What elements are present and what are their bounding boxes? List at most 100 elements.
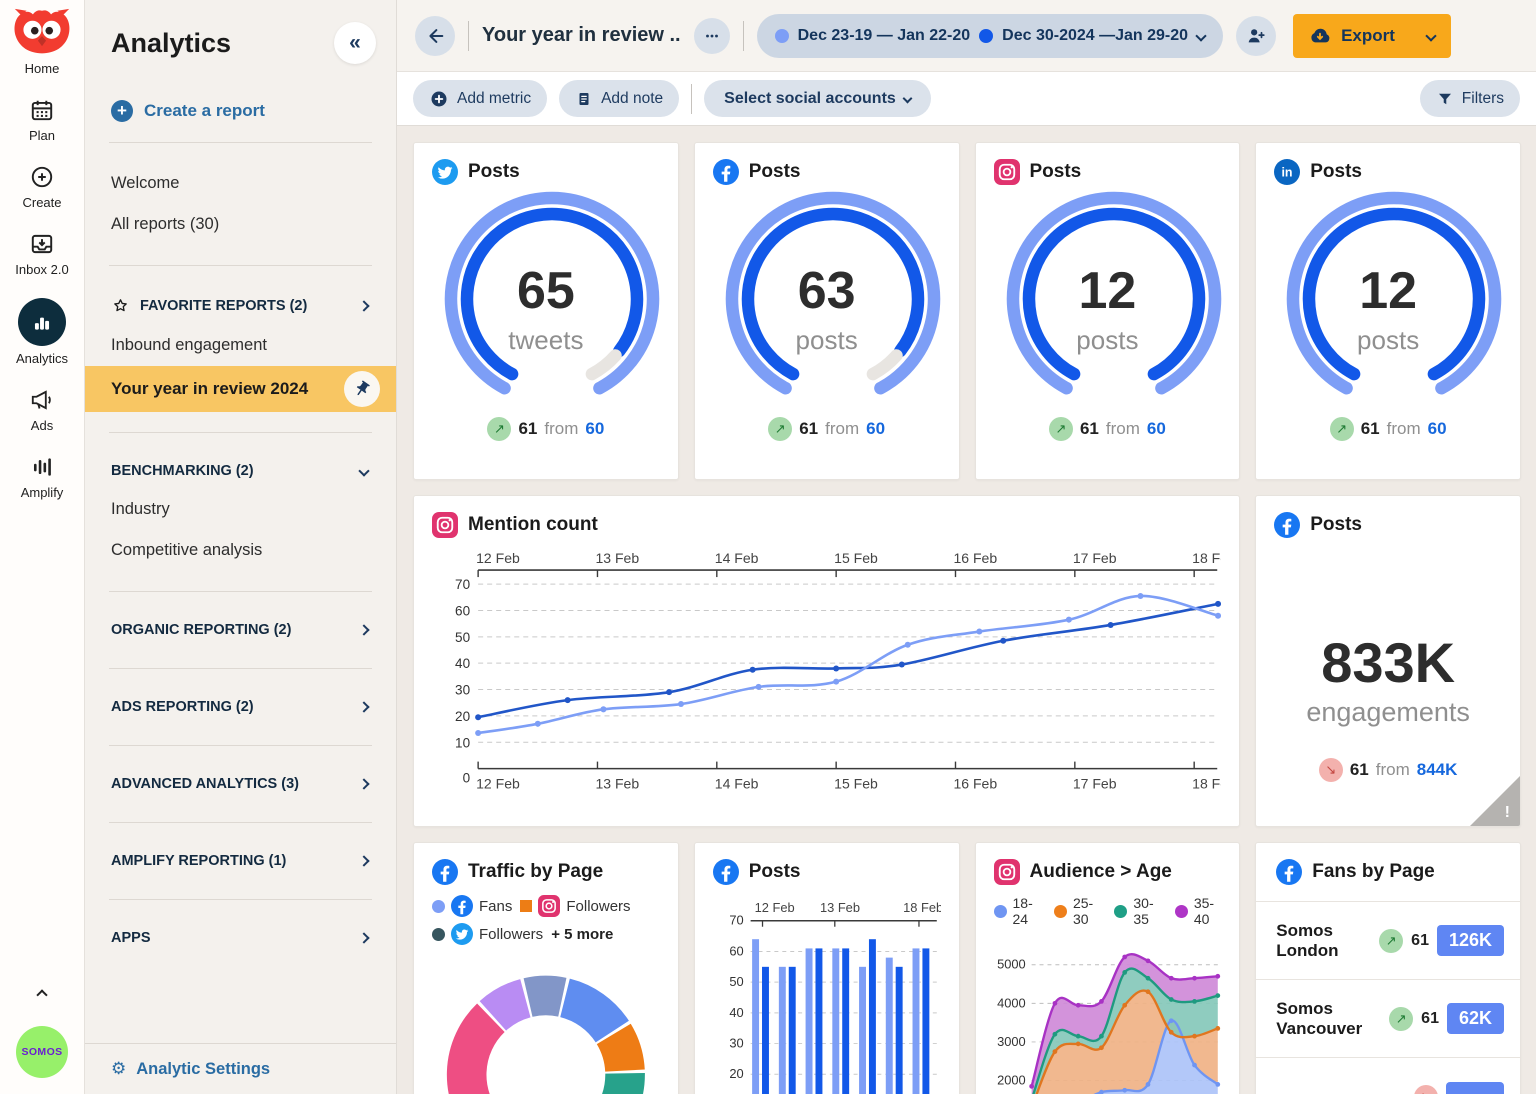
organic-reporting-header[interactable]: ORGANIC REPORTING (2): [85, 612, 396, 648]
fans-by-page-card[interactable]: Fans by Page Somos London ↗ 61 126K Somo…: [1255, 842, 1521, 1094]
from-value[interactable]: 60: [866, 419, 885, 439]
add-note-button[interactable]: Add note: [559, 80, 679, 117]
sidebar-item-year-in-review-active[interactable]: Your year in review 2024: [85, 366, 396, 412]
facebook-icon: [1276, 859, 1302, 885]
collapse-rail-chevron-up-icon[interactable]: [38, 986, 46, 1004]
add-metric-button[interactable]: Add metric: [413, 80, 547, 117]
legend-label: 30-35: [1133, 895, 1160, 927]
nav-home[interactable]: Home: [13, 8, 71, 76]
report-topbar: Your year in review .. Dec 23-19 — Jan 2…: [397, 0, 1536, 72]
delta-value: 61: [1411, 932, 1429, 950]
facebook-posts-gauge-card[interactable]: Posts 63 posts ↗ 61 from 60: [694, 142, 960, 480]
from-value[interactable]: 60: [585, 419, 604, 439]
sidebar-item-welcome[interactable]: Welcome: [85, 163, 396, 204]
advanced-analytics-label: ADVANCED ANALYTICS (3): [111, 776, 299, 792]
delta-value: 61: [518, 419, 537, 439]
sidebar-scroll[interactable]: Analytics « + Create a report Welcome Al…: [85, 0, 396, 1043]
instagram-posts-gauge-card[interactable]: Posts 12 posts ↗ 61 from 60: [975, 142, 1241, 480]
nav-amplify[interactable]: Amplify: [21, 454, 64, 500]
fans-row[interactable]: Somos Vancouver ↗ 61 62K: [1256, 979, 1520, 1057]
svg-text:17 Feb: 17 Feb: [1073, 776, 1117, 792]
export-label: Export: [1341, 26, 1395, 46]
analytic-settings-button[interactable]: ⚙ Analytic Settings: [85, 1043, 396, 1094]
chevron-right-icon: [358, 778, 369, 789]
audience-age-card[interactable]: Audience > Age 18-24 25-30 30-35 35-40 2…: [975, 842, 1241, 1094]
nav-create[interactable]: Create: [22, 164, 61, 210]
page-name: Somos London: [1276, 921, 1379, 961]
advanced-analytics-header[interactable]: ADVANCED ANALYTICS (3): [85, 766, 396, 802]
mention-count-chart: 10203040506070012 Feb12 Feb13 Feb13 Feb1…: [432, 550, 1221, 797]
favorite-reports-header[interactable]: FAVORITE REPORTS (2): [85, 286, 396, 325]
select-social-accounts-dropdown[interactable]: Select social accounts: [704, 80, 931, 117]
from-value[interactable]: 60: [1147, 419, 1166, 439]
ads-reporting-header[interactable]: ADS REPORTING (2): [85, 689, 396, 725]
svg-text:13 Feb: 13 Feb: [595, 550, 639, 566]
more-options-button[interactable]: [694, 18, 730, 54]
legend-label: Followers: [566, 898, 630, 915]
sidebar-item-industry[interactable]: Industry: [85, 489, 396, 530]
filters-button[interactable]: Filters: [1420, 80, 1520, 117]
back-button[interactable]: [415, 16, 455, 56]
fans-row-partial[interactable]: ↘: [1256, 1057, 1520, 1094]
warning-icon: !: [1505, 804, 1510, 822]
traffic-donut-chart: [432, 945, 660, 1094]
resize-corner[interactable]: [1469, 775, 1521, 827]
megaphone-icon: [29, 387, 55, 413]
pin-icon[interactable]: [344, 371, 380, 407]
mention-count-card[interactable]: Mention count 10203040506070012 Feb12 Fe…: [413, 495, 1240, 827]
main-area: Your year in review .. Dec 23-19 — Jan 2…: [397, 0, 1536, 1094]
export-button[interactable]: Export: [1293, 14, 1451, 58]
from-label: from: [544, 419, 578, 439]
svg-text:30: 30: [729, 1036, 743, 1051]
nav-rail: Home Plan Create Inbox 2.0 Analytics: [0, 0, 85, 1094]
twitter-posts-gauge-card[interactable]: Posts 65 tweets ↗ 61 from 60: [413, 142, 679, 480]
legend-label: 18-24: [1013, 895, 1040, 927]
nav-inbox[interactable]: Inbox 2.0: [15, 231, 69, 277]
gauge-chart: 12 posts: [994, 187, 1222, 399]
twitter-icon: [451, 923, 473, 945]
star-icon: [111, 296, 130, 315]
sidebar-item-all-reports[interactable]: All reports (30): [85, 204, 396, 245]
divider: [109, 432, 372, 433]
facebook-posts-bar-card[interactable]: Posts 20304050607012 Feb13 Feb18 Feb: [694, 842, 960, 1094]
sidebar-title: Analytics: [111, 28, 231, 59]
create-report-button[interactable]: + Create a report: [85, 100, 396, 122]
share-report-button[interactable]: [1236, 16, 1276, 56]
workspace-avatar[interactable]: SOMOS: [16, 1026, 68, 1078]
nav-plan[interactable]: Plan: [29, 97, 55, 143]
divider: [109, 899, 372, 900]
trend-up-icon: ↗: [1379, 929, 1403, 953]
report-title: Your year in review ..: [482, 24, 681, 47]
sidebar-collapse-button[interactable]: «: [334, 22, 376, 64]
amplify-reporting-header[interactable]: AMPLIFY REPORTING (1): [85, 843, 396, 879]
sidebar-item-competitive-analysis[interactable]: Competitive analysis: [85, 530, 396, 571]
back-arrow-icon: [424, 25, 446, 47]
fans-row[interactable]: Somos London ↗ 61 126K: [1256, 901, 1520, 979]
from-label: from: [1106, 419, 1140, 439]
nav-analytics[interactable]: Analytics: [16, 298, 68, 366]
date-range-selector[interactable]: Dec 23-19 — Jan 22-20 Dec 30-2024 —Jan 2…: [757, 14, 1223, 58]
apps-header[interactable]: APPS: [85, 920, 396, 956]
from-label: from: [1376, 760, 1410, 780]
card-title: Audience > Age: [1030, 861, 1172, 883]
legend-more-label[interactable]: + 5 more: [551, 926, 613, 943]
filters-label: Filters: [1462, 90, 1504, 108]
hootsuite-owl-logo-icon[interactable]: [13, 8, 71, 56]
from-value[interactable]: 60: [1428, 419, 1447, 439]
from-value[interactable]: 844K: [1417, 760, 1458, 780]
facebook-icon: [432, 859, 458, 885]
traffic-by-page-card[interactable]: Traffic by Page Fans Followers Followers…: [413, 842, 679, 1094]
svg-text:2000: 2000: [997, 1073, 1026, 1088]
facebook-icon: [713, 159, 739, 185]
benchmarking-header[interactable]: BENCHMARKING (2): [85, 453, 396, 489]
nav-analytics-label: Analytics: [16, 351, 68, 366]
sidebar-item-inbound-engagement[interactable]: Inbound engagement: [85, 325, 396, 366]
report-canvas[interactable]: Posts 65 tweets ↗ 61 from 60 Posts: [397, 126, 1536, 1094]
person-add-icon: [1245, 25, 1267, 47]
nav-ads[interactable]: Ads: [29, 387, 55, 433]
legend-dot-icon: [432, 900, 445, 913]
svg-text:10: 10: [455, 735, 470, 750]
nav-ads-label: Ads: [31, 418, 53, 433]
facebook-engagements-card[interactable]: Posts 833K engagements ↘ 61 from 844K !: [1255, 495, 1521, 827]
linkedin-posts-gauge-card[interactable]: Posts 12 posts ↗ 61 from 60: [1255, 142, 1521, 480]
